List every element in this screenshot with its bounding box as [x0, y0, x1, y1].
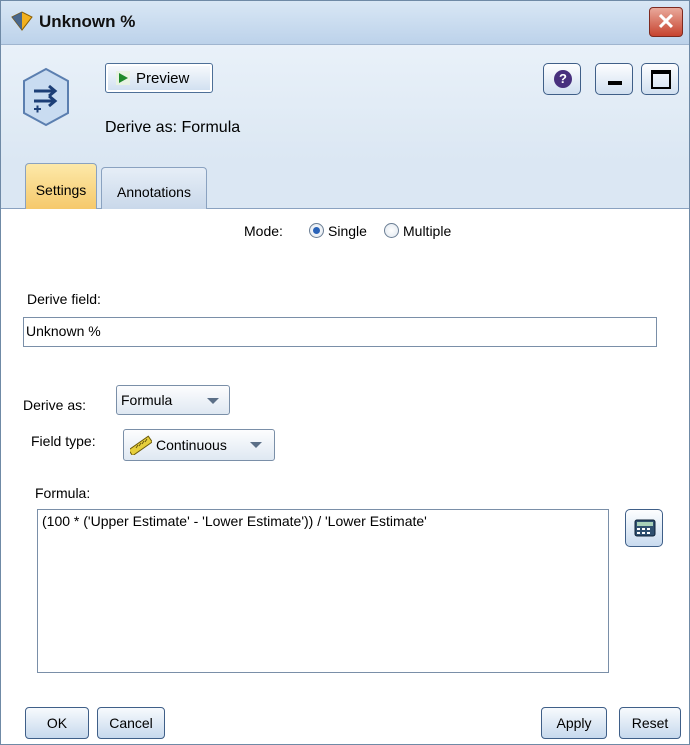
minimize-button[interactable] [595, 63, 633, 95]
derive-node-app-icon [11, 11, 33, 31]
tab-strip: Settings Annotations [1, 161, 689, 210]
maximize-icon [651, 70, 671, 89]
field-type-value: Continuous [156, 437, 227, 453]
derive-as-dropdown[interactable]: Formula [116, 385, 230, 415]
help-icon: ? [554, 70, 572, 88]
mode-multiple-radio[interactable] [384, 223, 399, 238]
formula-textarea[interactable]: (100 * ('Upper Estimate' - 'Lower Estima… [37, 509, 609, 673]
chevron-down-icon [250, 442, 262, 448]
toolbar: Preview Derive as: Formula ? [1, 45, 689, 161]
ruler-icon [130, 435, 152, 455]
ok-button[interactable]: OK [25, 707, 89, 739]
close-icon: ✕ [656, 9, 676, 34]
window-title: Unknown % [39, 12, 136, 31]
tab-annotations[interactable]: Annotations [101, 167, 207, 209]
derive-node-dialog: Unknown % ✕ Preview Derive as: Formula ? [0, 0, 690, 745]
minimize-icon [608, 81, 622, 85]
mode-multiple-label: Multiple [403, 223, 452, 239]
field-type-dropdown[interactable]: Continuous [123, 429, 275, 461]
close-button[interactable]: ✕ [649, 7, 683, 37]
derive-field-label: Derive field: [27, 291, 101, 307]
tab-settings[interactable]: Settings [25, 163, 97, 210]
formula-label: Formula: [35, 485, 91, 501]
mode-single-radio[interactable] [309, 223, 324, 238]
derive-as-label: Derive as: [23, 397, 87, 413]
preview-button[interactable]: Preview [105, 63, 213, 93]
apply-button[interactable]: Apply [541, 707, 607, 739]
settings-panel: Mode: Single Multiple Derive field: Unkn… [1, 209, 689, 744]
reset-button[interactable]: Reset [619, 707, 681, 739]
mode-label: Mode: [244, 223, 283, 239]
play-icon [116, 71, 130, 85]
cancel-button[interactable]: Cancel [97, 707, 165, 739]
title-bar[interactable]: Unknown % ✕ [1, 1, 689, 45]
maximize-button[interactable] [641, 63, 679, 95]
mode-single-label: Single [328, 223, 367, 239]
calculator-icon [634, 519, 656, 537]
derive-field-input[interactable]: Unknown % [23, 317, 657, 347]
expression-builder-button[interactable] [625, 509, 663, 547]
help-button[interactable]: ? [543, 63, 581, 95]
chevron-down-icon [207, 398, 219, 404]
derive-as-value: Formula [121, 392, 173, 408]
field-type-label: Field type: [31, 433, 96, 449]
derive-caption: Derive as: Formula [105, 119, 241, 136]
preview-label: Preview [136, 70, 190, 87]
derive-node-icon [23, 67, 69, 127]
